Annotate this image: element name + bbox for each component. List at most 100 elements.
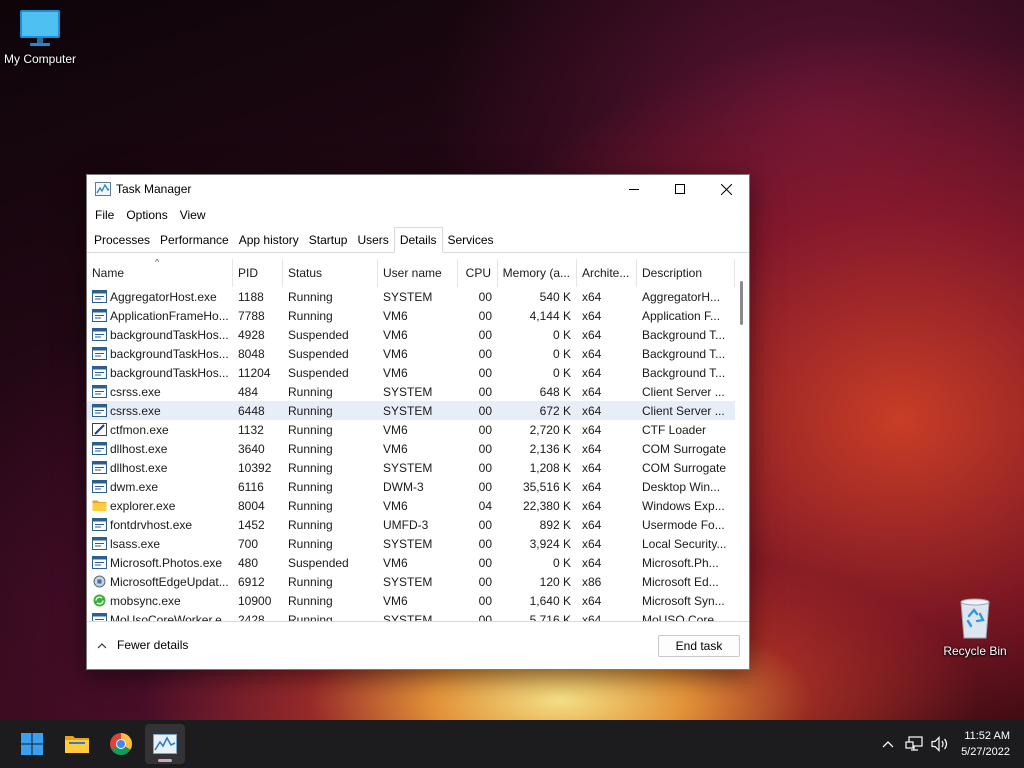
process-row[interactable]: backgroundTaskHos... 4928 Suspended VM6 00 0 … bbox=[87, 325, 735, 344]
process-row[interactable]: dllhost.exe 3640 Running VM6 00 2,136 K x64 COM… bbox=[87, 439, 735, 458]
process-name: ApplicationFrameHo... bbox=[87, 309, 233, 323]
process-row[interactable]: dwm.exe 6116 Running DWM-3 00 35,516 K x64 Desk… bbox=[87, 477, 735, 496]
process-cpu: 00 bbox=[478, 574, 492, 589]
taskbar-task-manager[interactable] bbox=[145, 724, 185, 764]
process-pid: 484 bbox=[238, 384, 259, 399]
process-pid: 7788 bbox=[238, 308, 265, 323]
network-icon bbox=[905, 736, 923, 751]
vertical-scrollbar[interactable] bbox=[735, 259, 749, 621]
tab-performance[interactable]: Performance bbox=[155, 228, 234, 252]
app-window-icon bbox=[92, 461, 107, 474]
column-header-cpu[interactable]: CPU bbox=[458, 259, 498, 287]
process-name-label: dllhost.exe bbox=[110, 460, 168, 475]
end-task-button[interactable]: End task bbox=[658, 635, 740, 657]
taskbar-chrome[interactable] bbox=[101, 724, 141, 764]
process-status: Running bbox=[288, 403, 333, 418]
column-header-pid[interactable]: PID bbox=[233, 259, 283, 287]
column-header-architecture[interactable]: Archite... bbox=[577, 259, 637, 287]
process-row[interactable]: MicrosoftEdgeUpdat... 6912 Running SYSTEM 00… bbox=[87, 572, 735, 591]
volume-button[interactable] bbox=[927, 720, 953, 768]
process-row[interactable]: lsass.exe 700 Running SYSTEM 00 3,924 K x64 Loc… bbox=[87, 534, 735, 553]
process-architecture: x64 bbox=[582, 479, 602, 494]
task-manager-icon bbox=[95, 182, 111, 196]
process-cpu: 00 bbox=[478, 536, 492, 551]
fewer-details-button[interactable]: Fewer details bbox=[97, 638, 188, 652]
taskbar-file-explorer[interactable] bbox=[57, 724, 97, 764]
app-window-icon bbox=[92, 385, 107, 398]
process-row[interactable]: csrss.exe 6448 Running SYSTEM 00 672 K x64 Clie… bbox=[87, 401, 735, 420]
process-row[interactable]: fontdrvhost.exe 1452 Running UMFD-3 00 892 K x… bbox=[87, 515, 735, 534]
column-header-user-name[interactable]: User name bbox=[378, 259, 458, 287]
process-row[interactable]: ctfmon.exe 1132 Running VM6 00 2,720 K x64 CTF … bbox=[87, 420, 735, 439]
title-bar[interactable]: Task Manager bbox=[87, 175, 749, 203]
process-description: Desktop Win... bbox=[642, 479, 721, 494]
menu-options[interactable]: Options bbox=[120, 208, 173, 222]
process-row[interactable]: Microsoft.Photos.exe 480 Suspended VM6 00 0 K… bbox=[87, 553, 735, 572]
column-header-memory[interactable]: Memory (a... bbox=[498, 259, 577, 287]
process-description: Background T... bbox=[642, 346, 726, 361]
column-header-status[interactable]: Status bbox=[283, 259, 378, 287]
process-cpu: 00 bbox=[478, 346, 492, 361]
process-row[interactable]: dllhost.exe 10392 Running SYSTEM 00 1,208 K x6… bbox=[87, 458, 735, 477]
process-architecture: x64 bbox=[582, 403, 602, 418]
process-name: mobsync.exe bbox=[87, 594, 233, 608]
process-description: COM Surrogate bbox=[642, 441, 727, 456]
process-user: SYSTEM bbox=[383, 403, 433, 418]
tab-users[interactable]: Users bbox=[352, 228, 393, 252]
process-architecture: x64 bbox=[582, 327, 602, 342]
menu-bar: File Options View bbox=[87, 203, 749, 227]
chrome-icon bbox=[110, 733, 132, 755]
tab-app-history[interactable]: App history bbox=[234, 228, 304, 252]
column-header-name[interactable]: Name bbox=[87, 259, 233, 287]
desktop-icon-recycle-bin[interactable]: Recycle Bin bbox=[935, 596, 1015, 658]
process-user: VM6 bbox=[383, 441, 408, 456]
process-description: CTF Loader bbox=[642, 422, 707, 437]
process-user: VM6 bbox=[383, 555, 408, 570]
monitor-icon bbox=[20, 10, 60, 46]
show-hidden-icons-button[interactable] bbox=[875, 720, 901, 768]
process-cpu: 00 bbox=[478, 365, 492, 380]
process-architecture: x64 bbox=[582, 593, 602, 608]
maximize-button[interactable] bbox=[657, 175, 703, 203]
app-window-icon bbox=[92, 518, 107, 531]
process-name-label: dwm.exe bbox=[110, 479, 159, 494]
menu-view[interactable]: View bbox=[174, 208, 212, 222]
process-row[interactable]: backgroundTaskHos... 8048 Suspended VM6 00 0 … bbox=[87, 344, 735, 363]
close-icon bbox=[720, 183, 732, 195]
process-architecture: x86 bbox=[582, 574, 602, 589]
process-user: DWM-3 bbox=[383, 479, 424, 494]
clock[interactable]: 11:52 AM 5/27/2022 bbox=[953, 728, 1024, 760]
process-name-label: AggregatorHost.exe bbox=[110, 289, 217, 304]
process-row[interactable]: ApplicationFrameHo... 7788 Running VM6 00 4,1… bbox=[87, 306, 735, 325]
process-pid: 480 bbox=[238, 555, 259, 570]
process-row[interactable]: AggregatorHost.exe 1188 Running SYSTEM 00 540… bbox=[87, 287, 735, 306]
menu-file[interactable]: File bbox=[89, 208, 120, 222]
process-cpu: 04 bbox=[478, 498, 492, 513]
tab-processes[interactable]: Processes bbox=[89, 228, 155, 252]
app-window-icon bbox=[92, 290, 107, 303]
sort-ascending-icon: ^ bbox=[155, 259, 160, 267]
process-name-label: csrss.exe bbox=[110, 403, 161, 418]
process-pid: 1188 bbox=[238, 289, 264, 304]
column-header-description[interactable]: Description bbox=[637, 259, 735, 287]
process-description: Background T... bbox=[642, 327, 726, 342]
start-button[interactable] bbox=[12, 724, 52, 764]
desktop-icon-label: My Computer bbox=[3, 52, 77, 66]
process-architecture: x64 bbox=[582, 384, 602, 399]
process-row[interactable]: mobsync.exe 10900 Running VM6 00 1,640 K x64 Mi… bbox=[87, 591, 735, 610]
process-memory: 120 K bbox=[539, 574, 571, 589]
tab-services[interactable]: Services bbox=[443, 228, 499, 252]
scrollbar-thumb[interactable] bbox=[740, 281, 743, 325]
process-name-label: mobsync.exe bbox=[110, 593, 181, 608]
tab-startup[interactable]: Startup bbox=[304, 228, 353, 252]
network-button[interactable] bbox=[901, 720, 927, 768]
process-description: Client Server ... bbox=[642, 403, 725, 418]
process-row[interactable]: backgroundTaskHos... 11204 Suspended VM6 00 0… bbox=[87, 363, 735, 382]
desktop-icon-my-computer[interactable]: My Computer bbox=[0, 8, 80, 66]
tab-details[interactable]: Details bbox=[393, 227, 443, 253]
close-button[interactable] bbox=[703, 175, 749, 203]
minimize-button[interactable] bbox=[611, 175, 657, 203]
process-row[interactable]: explorer.exe 8004 Running VM6 04 22,380 K x64 W… bbox=[87, 496, 735, 515]
process-cpu: 00 bbox=[478, 403, 492, 418]
process-row[interactable]: csrss.exe 484 Running SYSTEM 00 648 K x64 Clien… bbox=[87, 382, 735, 401]
